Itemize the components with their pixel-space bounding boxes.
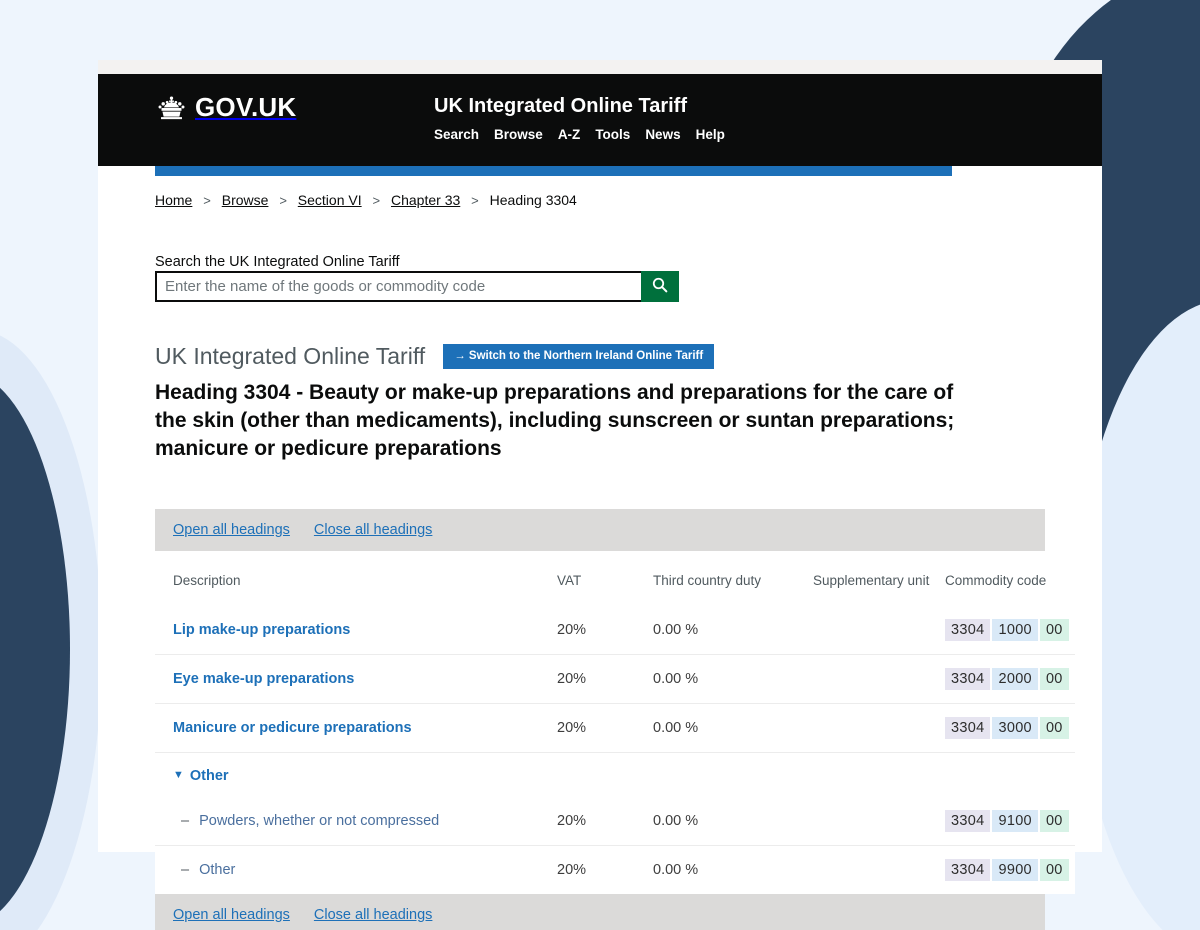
column-header-supplementary-unit: Supplementary unit [813,551,945,606]
commodity-code[interactable]: 3304300000 [945,717,1069,739]
breadcrumb: Home > Browse > Section VI > Chapter 33 … [155,193,1045,207]
column-header-description: Description [155,551,557,606]
open-all-headings-link-bottom[interactable]: Open all headings [173,907,290,923]
open-all-headings-link-top[interactable]: Open all headings [173,522,290,538]
search-input[interactable] [155,271,641,302]
commodity-code-segment-3: 00 [1040,619,1069,641]
breadcrumb-separator: > [279,193,287,208]
commodity-description: Powders, whether or not compressed [199,813,439,829]
commodity-code-segment-3: 00 [1040,859,1069,881]
duty-value: 0.00 % [653,862,698,878]
top-strip [98,60,1102,74]
column-header-commodity-code: Commodity code [945,551,1075,606]
accent-bar [155,166,952,176]
table-row[interactable]: Manicure or pedicure preparations 20% 0.… [155,704,1075,753]
nav-item-help[interactable]: Help [696,128,725,142]
breadcrumb-item-section[interactable]: Section VI [298,192,362,208]
commodity-description-child[interactable]: – Powders, whether or not compressed [173,813,439,829]
dash-icon: – [181,862,189,878]
commodity-code[interactable]: 3304200000 [945,668,1069,690]
govuk-home-link[interactable]: GOV.UK [155,94,296,120]
service-name: UK Integrated Online Tariff [434,94,687,118]
breadcrumb-separator: > [203,193,211,208]
search-label: Search the UK Integrated Online Tariff [155,254,400,270]
search-block: Search the UK Integrated Online Tariff [155,253,1045,302]
nav-item-news[interactable]: News [645,128,680,142]
commodity-description-link[interactable]: Lip make-up preparations [173,622,350,638]
commodity-code-segment-1: 3304 [945,717,990,739]
commodity-code-segment-2: 2000 [992,668,1037,690]
vat-value: 20% [557,720,586,736]
breadcrumb-item-current: Heading 3304 [490,192,577,208]
search-button[interactable] [641,271,679,302]
vat-value: 20% [557,671,586,687]
table-row-child[interactable]: – Other 20% 0.00 % 3304990000 [155,845,1075,894]
nav-item-tools[interactable]: Tools [595,128,630,142]
header-nav: Search Browse A-Z Tools News Help [434,128,725,142]
switch-to-northern-ireland-tariff-button[interactable]: → Switch to the Northern Ireland Online … [443,344,714,369]
brand-text: GOV.UK [195,94,296,120]
duty-value: 0.00 % [653,622,698,638]
breadcrumb-item-browse[interactable]: Browse [222,192,269,208]
search-row [155,271,679,302]
commodity-code-segment-2: 9900 [992,859,1037,881]
commodity-code-segment-2: 1000 [992,619,1037,641]
page-content: Home > Browse > Section VI > Chapter 33 … [98,193,1102,930]
title-row: UK Integrated Online Tariff → Switch to … [155,344,1045,369]
column-header-vat: VAT [557,551,653,606]
commodity-code-segment-3: 00 [1040,717,1069,739]
chevron-down-icon: ▼ [173,770,184,781]
tariff-kicker: UK Integrated Online Tariff [155,345,425,368]
commodity-code[interactable]: 3304100000 [945,619,1069,641]
commodity-code-segment-3: 00 [1040,668,1069,690]
nav-item-a-z[interactable]: A-Z [558,128,581,142]
column-header-third-country-duty: Third country duty [653,551,813,606]
headings-toolbar-top: Open all headings Close all headings [155,509,1045,551]
vat-value: 20% [557,622,586,638]
commodity-description-link[interactable]: Eye make-up preparations [173,671,354,687]
commodity-description-link[interactable]: Manicure or pedicure preparations [173,720,412,736]
expand-heading-toggle[interactable]: ▼ Other [173,768,229,784]
nav-item-browse[interactable]: Browse [494,128,543,142]
breadcrumb-item-home[interactable]: Home [155,192,192,208]
duty-value: 0.00 % [653,813,698,829]
page-card: GOV.UK UK Integrated Online Tariff Searc… [98,60,1102,852]
commodity-code-segment-1: 3304 [945,619,990,641]
duty-value: 0.00 % [653,720,698,736]
table-header-row: Description VAT Third country duty Suppl… [155,551,1075,606]
duty-value: 0.00 % [653,671,698,687]
goods-nomenclature-section: Open all headings Close all headings Des… [155,509,1045,930]
table-row[interactable]: Eye make-up preparations 20% 0.00 % 3304… [155,655,1075,704]
table-row-expandable-parent[interactable]: ▼ Other [155,753,1075,797]
commodity-description-child[interactable]: – Other [173,862,235,878]
vat-value: 20% [557,862,586,878]
page-title: Heading 3304 - Beauty or make-up prepara… [155,379,955,463]
breadcrumb-separator: > [373,193,381,208]
dash-icon: – [181,813,189,829]
commodity-description: Other [190,768,229,784]
table-row[interactable]: Lip make-up preparations 20% 0.00 % 3304… [155,606,1075,655]
table-row-child[interactable]: – Powders, whether or not compressed 20%… [155,797,1075,846]
close-all-headings-link-bottom[interactable]: Close all headings [314,907,433,923]
nav-item-search[interactable]: Search [434,128,479,142]
commodity-code-segment-1: 3304 [945,859,990,881]
commodity-code-segment-2: 3000 [992,717,1037,739]
breadcrumb-separator: > [471,193,479,208]
headings-toolbar-bottom: Open all headings Close all headings [155,894,1045,930]
commodity-code[interactable]: 3304990000 [945,859,1069,881]
govuk-header: GOV.UK UK Integrated Online Tariff Searc… [98,74,1102,166]
search-icon [651,276,669,297]
commodity-code-segment-1: 3304 [945,810,990,832]
commodity-code-segment-2: 9100 [992,810,1037,832]
commodity-code-segment-1: 3304 [945,668,990,690]
commodity-description: Other [199,862,235,878]
breadcrumb-item-chapter[interactable]: Chapter 33 [391,192,460,208]
commodities-table: Description VAT Third country duty Suppl… [155,551,1075,894]
crown-icon [155,95,188,120]
vat-value: 20% [557,813,586,829]
close-all-headings-link-top[interactable]: Close all headings [314,522,433,538]
commodity-code-segment-3: 00 [1040,810,1069,832]
commodity-code[interactable]: 3304910000 [945,810,1069,832]
